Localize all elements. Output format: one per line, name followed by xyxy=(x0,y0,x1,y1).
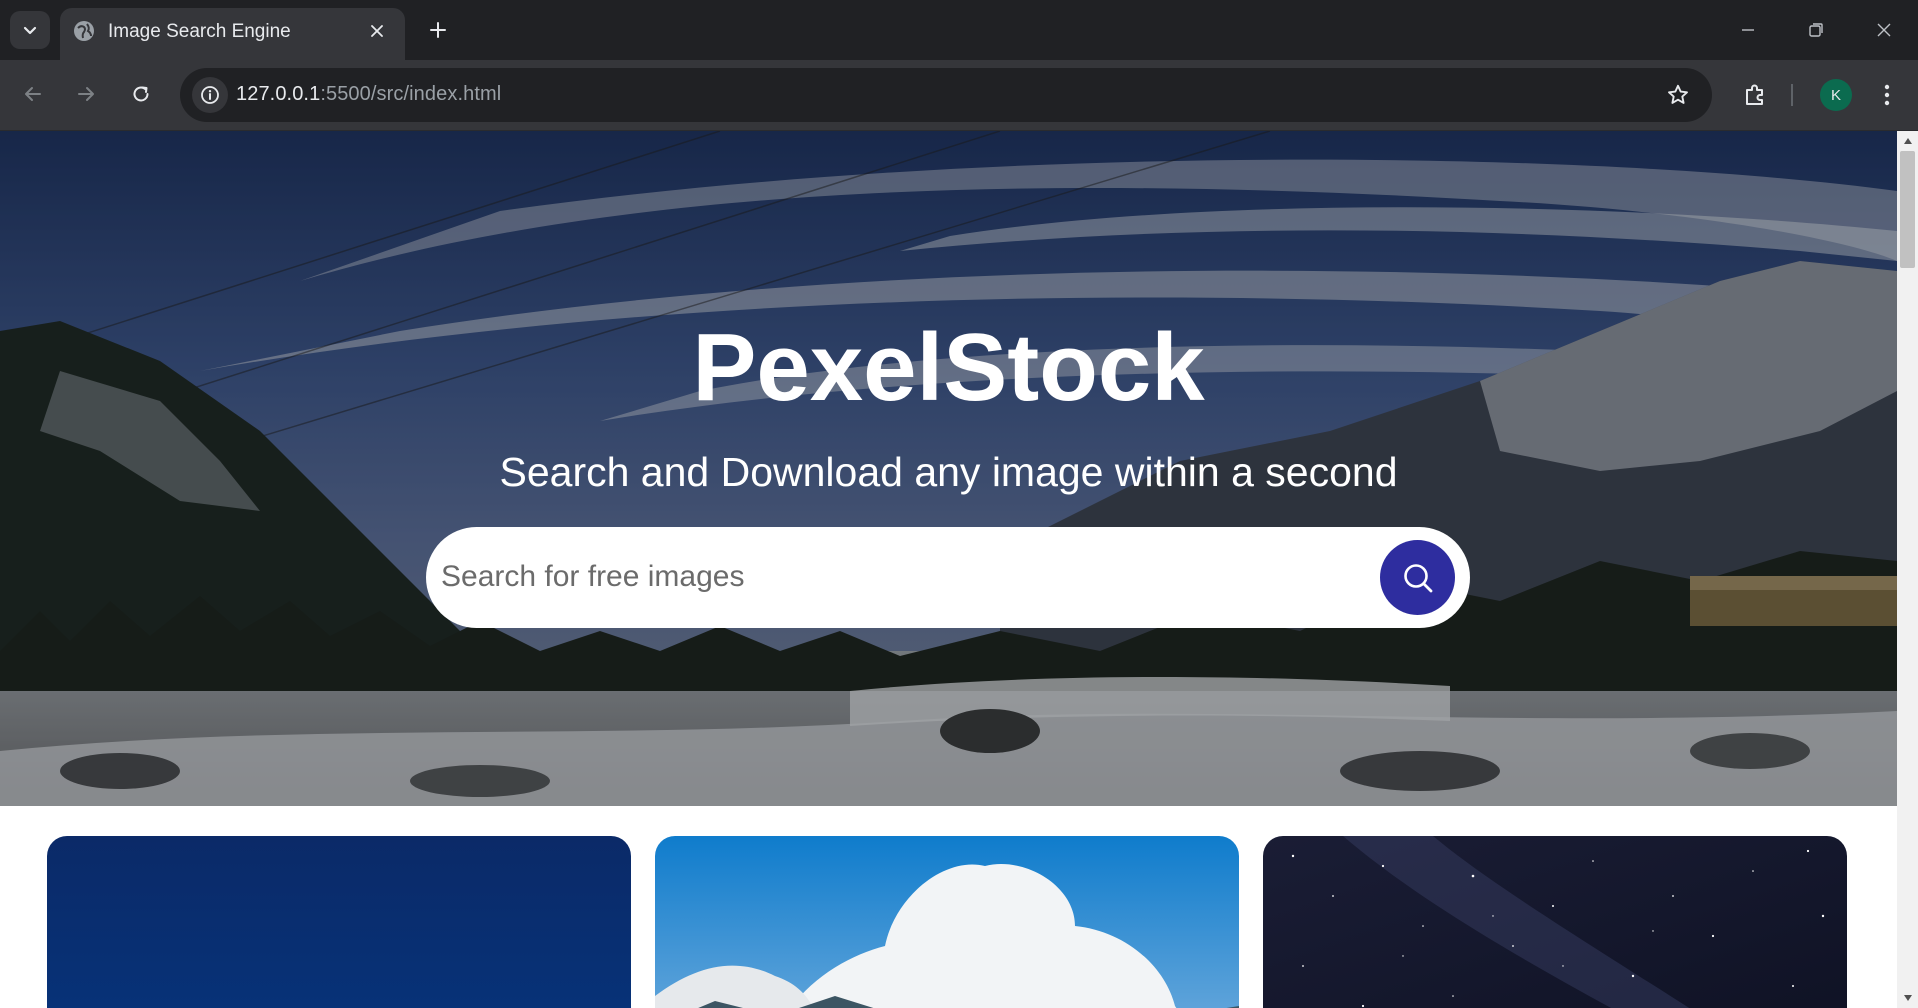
close-icon xyxy=(371,25,383,37)
extensions-button[interactable] xyxy=(1738,78,1772,112)
minimize-icon xyxy=(1742,29,1754,31)
triangle-up-icon xyxy=(1903,138,1912,144)
image-gallery xyxy=(47,836,1847,1008)
star-icon xyxy=(1668,84,1688,104)
minimize-button[interactable] xyxy=(1722,8,1774,52)
scroll-up-button[interactable] xyxy=(1897,131,1918,151)
arrow-left-icon xyxy=(25,87,41,101)
search-input[interactable] xyxy=(441,549,1341,605)
restore-button[interactable] xyxy=(1790,8,1842,52)
back-button[interactable] xyxy=(13,74,53,114)
page-scrollbar[interactable] xyxy=(1897,131,1918,1008)
search-icon xyxy=(1403,563,1432,592)
scrollbar-thumb[interactable] xyxy=(1900,151,1915,268)
close-window-button[interactable] xyxy=(1858,8,1910,52)
puzzle-icon xyxy=(1746,84,1763,105)
url-host: 127.0.0.1 xyxy=(236,83,321,105)
browser-toolbar: 127.0.0.1:5500/src/index.html K xyxy=(0,60,1918,131)
url-text: 127.0.0.1:5500/src/index.html xyxy=(236,83,501,106)
forward-button[interactable] xyxy=(66,74,106,114)
tab-list-button[interactable] xyxy=(10,11,50,49)
chevron-down-icon xyxy=(23,26,37,35)
reload-icon xyxy=(133,86,149,102)
search-bar xyxy=(426,527,1470,628)
hero-section: PexelStock Search and Download any image… xyxy=(0,131,1897,806)
browser-tab[interactable]: Image Search Engine xyxy=(60,8,405,60)
reload-button[interactable] xyxy=(121,74,161,114)
restore-icon xyxy=(1809,23,1823,37)
toolbar-separator xyxy=(1791,84,1793,106)
globe-icon xyxy=(74,21,94,41)
gallery-image-starry-sky xyxy=(1263,836,1847,1008)
gallery-image-blue-sky xyxy=(47,836,631,1008)
address-bar[interactable]: 127.0.0.1:5500/src/index.html xyxy=(180,68,1712,122)
search-button[interactable] xyxy=(1380,540,1455,615)
bookmark-button[interactable] xyxy=(1664,81,1692,109)
close-icon xyxy=(1877,23,1891,37)
gallery-image-clouds-mountains xyxy=(655,836,1239,1008)
gallery-image-card[interactable] xyxy=(1263,836,1847,1008)
browser-menu-button[interactable] xyxy=(1872,78,1902,112)
tab-title: Image Search Engine xyxy=(108,21,291,42)
scroll-down-button[interactable] xyxy=(1897,988,1918,1008)
browser-tab-strip: Image Search Engine xyxy=(0,0,1918,60)
plus-icon xyxy=(430,22,446,38)
gallery-image-card[interactable] xyxy=(47,836,631,1008)
tab-close-button[interactable] xyxy=(365,19,389,43)
info-icon xyxy=(201,86,219,104)
kebab-menu-icon xyxy=(1884,84,1890,106)
arrow-right-icon xyxy=(78,87,94,101)
gallery-image-card[interactable] xyxy=(655,836,1239,1008)
page-subtitle: Search and Download any image within a s… xyxy=(499,449,1398,495)
new-tab-button[interactable] xyxy=(420,14,456,46)
page-viewport: PexelStock Search and Download any image… xyxy=(0,131,1918,1008)
url-path: :5500/src/index.html xyxy=(320,83,502,105)
site-info-button[interactable] xyxy=(192,77,228,113)
triangle-down-icon xyxy=(1903,995,1912,1001)
profile-avatar[interactable]: K xyxy=(1820,79,1852,111)
page-title: PexelStock xyxy=(692,314,1205,421)
